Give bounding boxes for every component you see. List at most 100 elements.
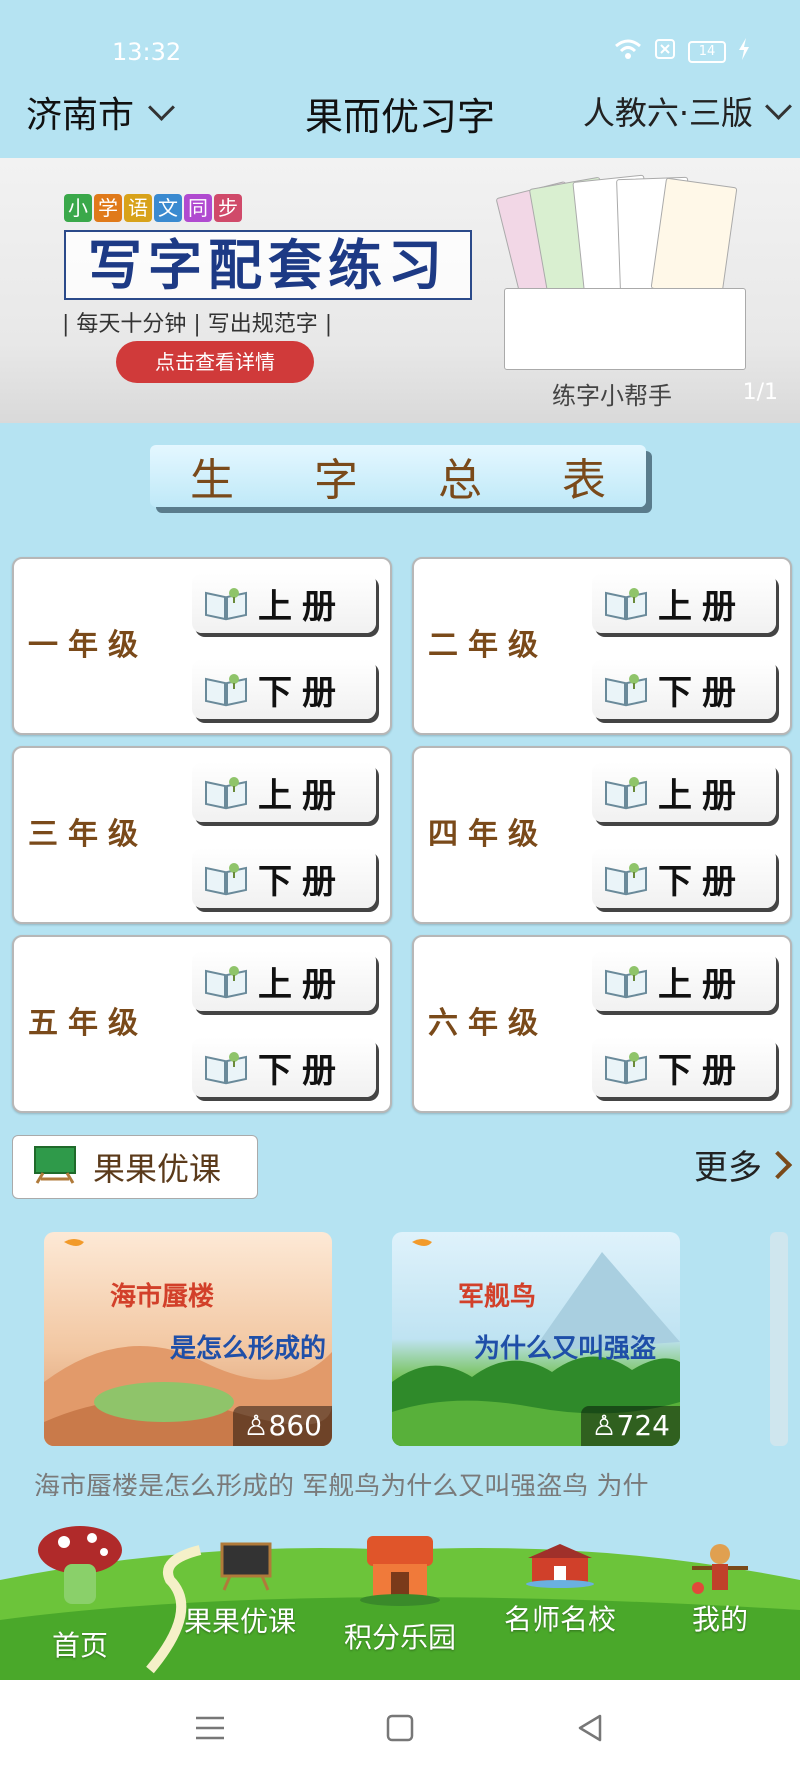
more-label: 更多	[694, 1148, 762, 1188]
section-title-char: 字	[314, 455, 358, 506]
volume-label: 下册	[658, 861, 746, 902]
volume-1-button[interactable]: 上册	[192, 762, 376, 822]
volume-1-button[interactable]: 上册	[192, 951, 376, 1011]
book-icon	[204, 1049, 248, 1085]
grade-card: 五年级 上册 下册	[12, 935, 392, 1113]
book-icon	[204, 671, 248, 707]
course-card[interactable]: 海市蜃楼 是怎么形成的 ♙860	[44, 1232, 332, 1446]
grade-name: 六年级	[428, 1006, 548, 1041]
course-title-main: 海市蜃楼	[110, 1282, 215, 1312]
volume-1-button[interactable]: 上册	[592, 762, 776, 822]
volume-1-button[interactable]: 上册	[592, 573, 776, 633]
book-icon	[604, 671, 648, 707]
volume-label: 下册	[258, 861, 346, 902]
volume-label: 下册	[258, 672, 346, 713]
nav-label: 首页	[51, 1629, 108, 1662]
course-card-peek[interactable]	[770, 1232, 788, 1446]
workbook-illustration	[495, 168, 758, 378]
grade-card: 一年级 上册 下册	[12, 557, 392, 735]
shop-house-icon	[360, 1536, 440, 1606]
back-triangle-icon[interactable]	[570, 1708, 610, 1748]
edition-label: 人教六·三版	[582, 94, 753, 132]
guoguo-course-tab[interactable]: 果果优课	[12, 1135, 258, 1199]
volume-label: 下册	[658, 1050, 746, 1091]
character-table-title: 生 字 总 表	[150, 445, 646, 507]
banner-page-indicator: 1/1	[742, 380, 778, 405]
course-title-main: 军舰鸟	[458, 1282, 537, 1312]
grade-name: 一年级	[28, 628, 148, 663]
banner-tag-char: 同	[184, 194, 212, 222]
grade-card: 三年级 上册 下册	[12, 746, 392, 924]
volume-2-button[interactable]: 下册	[192, 848, 376, 908]
home-square-icon[interactable]	[380, 1708, 420, 1748]
grade-name: 五年级	[28, 1006, 148, 1041]
banner-tag-char: 步	[214, 194, 242, 222]
section-title-char: 生	[190, 455, 234, 506]
book-icon	[204, 860, 248, 896]
promo-banner[interactable]: 小 学 语 文 同 步 写字配套练习 | 每天十分钟 | 写出规范字 | 点击查…	[0, 158, 800, 423]
volume-2-button[interactable]: 下册	[192, 1037, 376, 1097]
section-title-char: 表	[562, 455, 606, 506]
status-time: 13:32	[112, 38, 182, 66]
nav-famous-teachers[interactable]: 名师名校	[490, 1520, 630, 1680]
volume-2-button[interactable]: 下册	[592, 659, 776, 719]
grade-name: 三年级	[28, 817, 148, 852]
chevron-down-icon	[765, 92, 792, 120]
person-icon: ♙	[243, 1409, 269, 1442]
banner-tag-char: 语	[124, 194, 152, 222]
edition-select[interactable]: 人教六·三版	[582, 88, 792, 134]
banner-tag-char: 文	[154, 194, 182, 222]
view-count: ♙860	[233, 1406, 332, 1446]
course-card[interactable]: 军舰鸟 为什么又叫强盗 ♙724	[392, 1232, 680, 1446]
volume-1-button[interactable]: 上册	[192, 573, 376, 633]
chevron-down-icon	[148, 93, 175, 121]
banner-small-title: 小 学 语 文 同 步	[64, 194, 242, 222]
sim-icon	[654, 38, 676, 66]
volume-2-button[interactable]: 下册	[592, 848, 776, 908]
volume-2-button[interactable]: 下册	[592, 1037, 776, 1097]
grade-card: 六年级 上册 下册	[412, 935, 792, 1113]
nav-label: 名师名校	[503, 1603, 616, 1636]
volume-1-button[interactable]: 上册	[592, 951, 776, 1011]
nav-label: 我的	[691, 1603, 748, 1636]
banner-title: 写字配套练习	[64, 230, 472, 300]
grade-name: 二年级	[428, 628, 548, 663]
city-select[interactable]: 济南市	[26, 86, 175, 138]
scarecrow-icon	[692, 1544, 748, 1594]
system-nav-bar	[0, 1680, 800, 1778]
grade-name: 四年级	[428, 817, 548, 852]
volume-label: 下册	[258, 1050, 346, 1091]
book-icon	[604, 860, 648, 896]
volume-label: 下册	[658, 672, 746, 713]
school-icon	[526, 1544, 594, 1588]
nav-profile[interactable]: 我的	[660, 1520, 780, 1680]
more-courses-link[interactable]: 更多	[694, 1140, 793, 1189]
nav-label: 积分乐园	[343, 1621, 456, 1654]
nav-label: 果果优课	[183, 1605, 296, 1638]
view-details-button[interactable]: 点击查看详情	[116, 341, 314, 383]
person-icon: ♙	[591, 1409, 617, 1442]
nav-home[interactable]: 首页	[20, 1520, 140, 1680]
book-icon	[204, 774, 248, 810]
chevron-right-icon	[763, 1150, 793, 1179]
menu-icon[interactable]	[190, 1708, 230, 1748]
book-icon	[604, 585, 648, 621]
nav-points-park[interactable]: 积分乐园	[335, 1520, 465, 1680]
book-icon	[604, 1049, 648, 1085]
banner-subtitle: | 每天十分钟 | 写出规范字 |	[62, 312, 333, 337]
section-title-char: 总	[438, 455, 482, 506]
battery-icon: 14	[688, 41, 726, 63]
wifi-icon	[614, 38, 642, 66]
course-title-sub: 为什么又叫强盗	[474, 1334, 657, 1364]
nav-courses[interactable]: 果果优课	[180, 1520, 300, 1680]
volume-2-button[interactable]: 下册	[192, 659, 376, 719]
banner-caption: 练字小帮手	[552, 382, 672, 410]
banner-tag-char: 小	[64, 194, 92, 222]
bottom-nav: 首页 果果优课 积分乐园 名师名校 我的	[0, 1520, 800, 1680]
mushroom-house-icon	[38, 1526, 122, 1604]
course-caption: 海市蜃楼是怎么形成的 军舰鸟为什么又叫强盗鸟 为什	[34, 1472, 649, 1496]
volume-label: 上册	[658, 775, 746, 816]
book-icon	[604, 963, 648, 999]
status-icons: 14	[614, 38, 750, 66]
grade-card: 二年级 上册 下册	[412, 557, 792, 735]
